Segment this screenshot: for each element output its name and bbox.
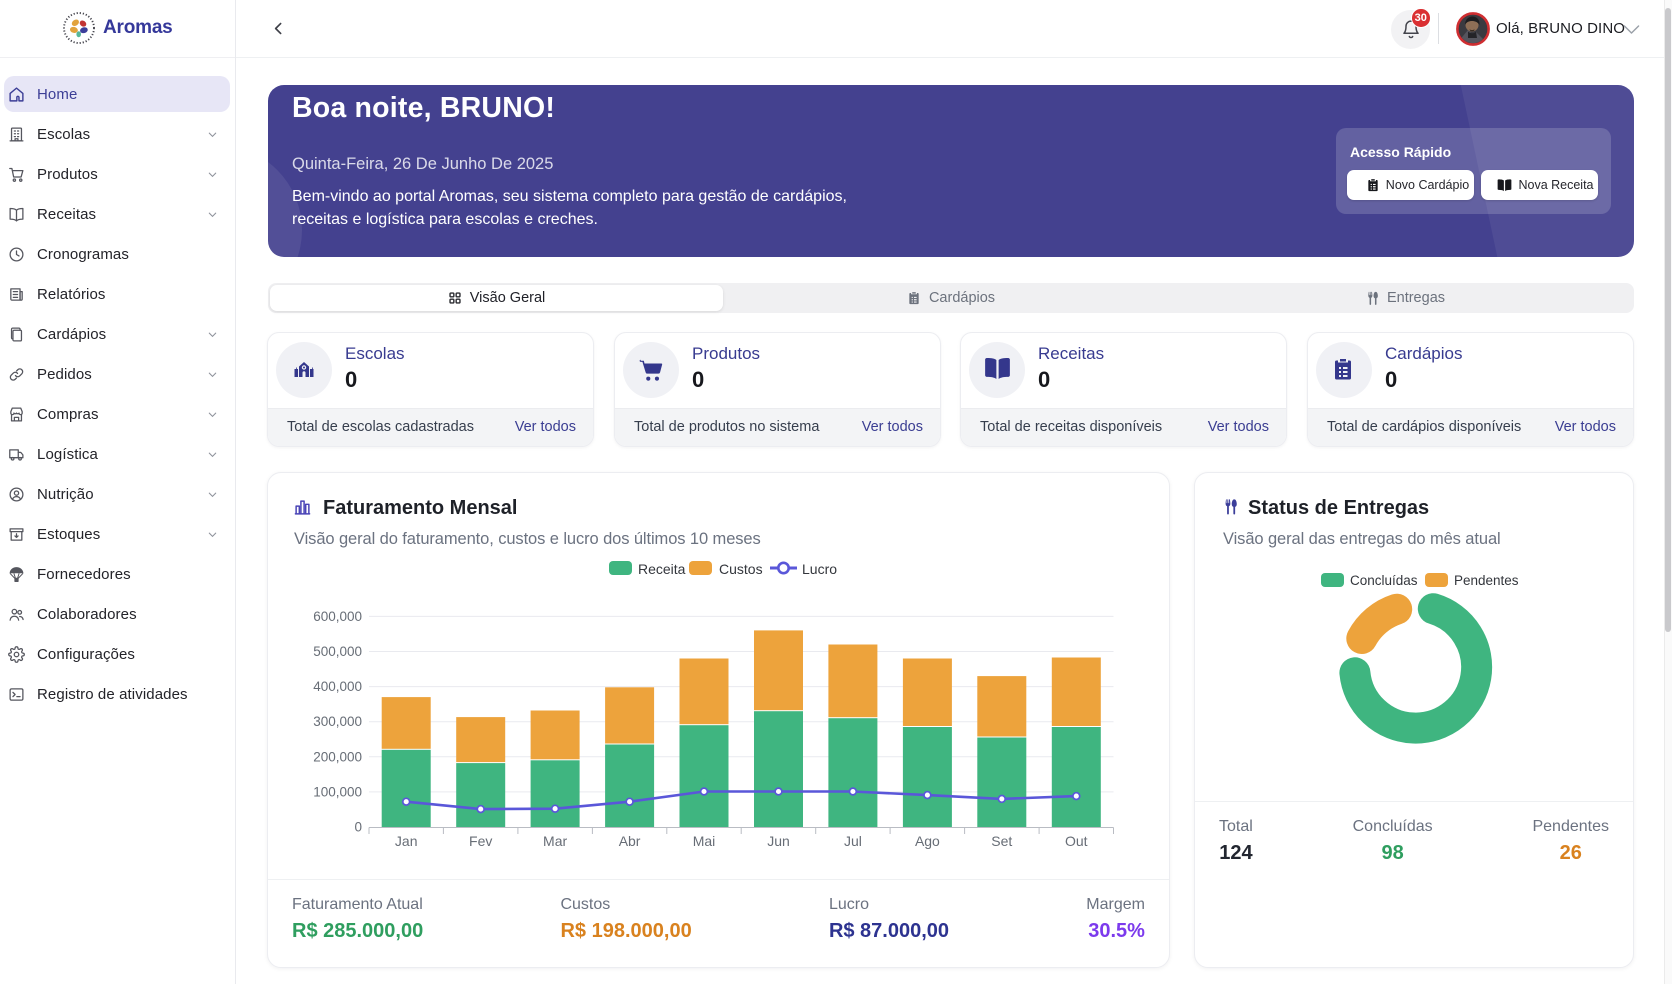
svg-text:600,000: 600,000 — [313, 609, 362, 624]
svg-text:Jan: Jan — [395, 833, 418, 849]
svg-text:Jun: Jun — [767, 833, 790, 849]
svg-text:300,000: 300,000 — [313, 714, 362, 729]
svg-text:0: 0 — [354, 820, 362, 835]
svg-text:100,000: 100,000 — [313, 784, 362, 799]
svg-text:Set: Set — [991, 833, 1012, 849]
svg-text:Abr: Abr — [619, 833, 641, 849]
svg-text:200,000: 200,000 — [313, 749, 362, 764]
svg-text:Mar: Mar — [543, 833, 567, 849]
svg-text:500,000: 500,000 — [313, 644, 362, 659]
svg-text:Jul: Jul — [844, 833, 862, 849]
svg-text:Out: Out — [1065, 833, 1088, 849]
svg-text:400,000: 400,000 — [313, 679, 362, 694]
svg-text:Mai: Mai — [693, 833, 716, 849]
svg-text:Ago: Ago — [915, 833, 940, 849]
svg-text:Fev: Fev — [469, 833, 492, 849]
